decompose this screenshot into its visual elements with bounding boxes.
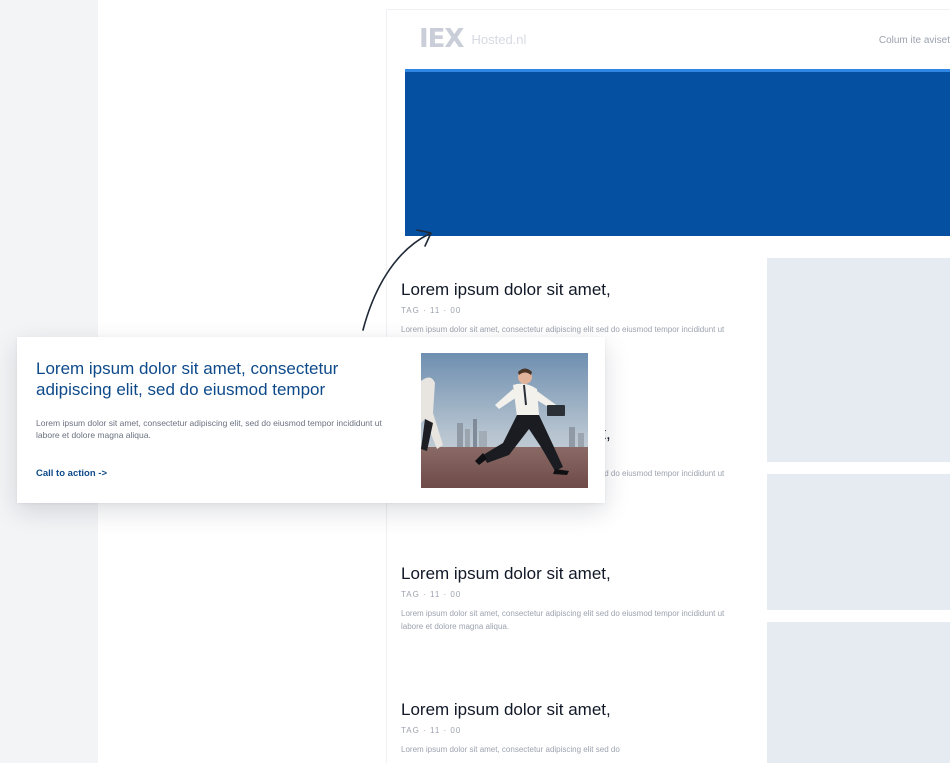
mockup-header: IEX Hosted.nl Colum ite aviset — [387, 10, 950, 68]
call-to-action-link[interactable]: Call to action -> — [36, 468, 107, 479]
article-title[interactable]: Lorem ipsum dolor sit amet, — [401, 700, 731, 720]
article-title[interactable]: Lorem ipsum dolor sit amet, — [401, 564, 731, 584]
header-link[interactable]: Colum ite aviset — [879, 35, 950, 46]
logo-text: Hosted.nl — [471, 31, 527, 47]
hero-banner — [405, 69, 950, 236]
sidebar-block — [767, 622, 950, 763]
running-businessman-illustration — [421, 353, 588, 488]
sidebar-block — [767, 474, 950, 610]
list-item[interactable]: Lorem ipsum dolor sit amet, TAG · 11 · 0… — [401, 564, 731, 633]
card-body: Lorem ipsum dolor sit amet, consectetur … — [36, 418, 382, 440]
logo-mark: IEX — [419, 24, 464, 54]
card-title: Lorem ipsum dolor sit amet, consectetur … — [36, 359, 339, 399]
article-excerpt: Lorem ipsum dolor sit amet, consectetur … — [401, 609, 725, 631]
curved-arrow-icon — [362, 229, 432, 331]
card-image — [421, 353, 588, 488]
logo[interactable]: IEX Hosted.nl — [419, 24, 526, 54]
sidebar-block — [767, 258, 950, 462]
article-excerpt: Lorem ipsum dolor sit amet, consectetur … — [401, 745, 620, 754]
featured-card[interactable]: Lorem ipsum dolor sit amet, consectetur … — [17, 337, 605, 503]
list-item[interactable]: Lorem ipsum dolor sit amet, TAG · 11 · 0… — [401, 700, 731, 756]
article-tag: TAG · 11 · 00 — [401, 306, 462, 315]
article-tag: TAG · 11 · 00 — [401, 590, 462, 599]
article-tag: TAG · 11 · 00 — [401, 726, 462, 735]
article-title[interactable]: Lorem ipsum dolor sit amet, — [401, 280, 731, 300]
